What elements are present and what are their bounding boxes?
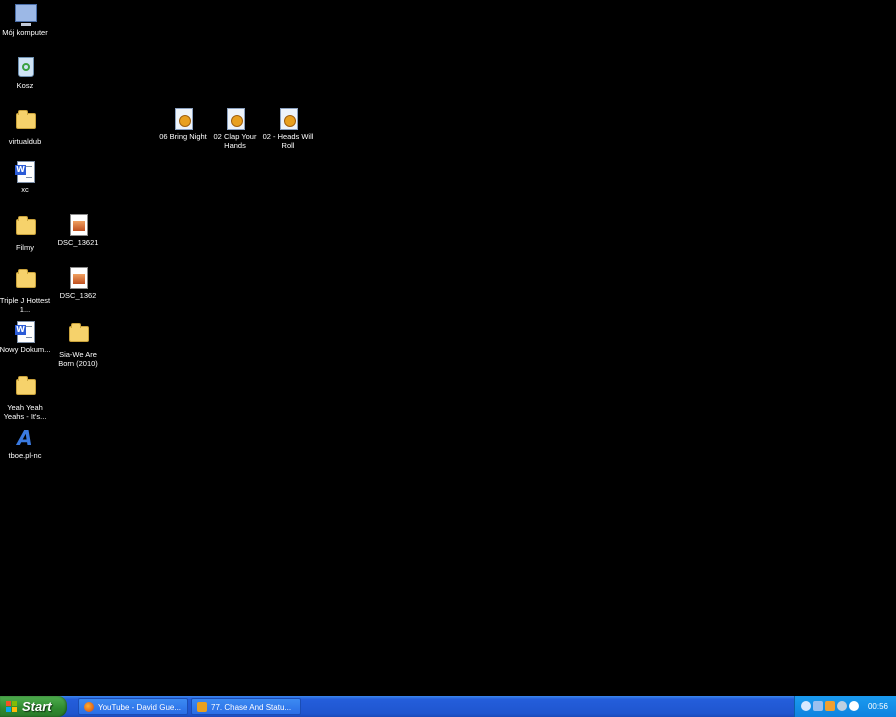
- icon-label: Kosz: [16, 81, 34, 90]
- image-file-icon: [67, 214, 89, 236]
- desktop-icon-xc[interactable]: W xc: [0, 161, 52, 194]
- icon-label: xc: [21, 185, 29, 194]
- audio-file-icon: [172, 108, 194, 130]
- desktop-icon-virtualdub[interactable]: virtualdub: [0, 108, 52, 146]
- desktop-icon-triple-j[interactable]: Triple J Hottest 1...: [0, 267, 52, 314]
- desktop-icon-nowy-dokument[interactable]: W Nowy Dokum...: [0, 321, 52, 354]
- icon-label: Triple J Hottest 1...: [0, 296, 51, 314]
- taskbar: Start YouTube - David Gue... 77. Chase A…: [0, 696, 896, 717]
- windows-logo-icon: [6, 701, 17, 712]
- desktop-icon-dsc-13621[interactable]: DSC_13621: [51, 214, 105, 247]
- app-tray-icon[interactable]: [825, 701, 835, 711]
- desktop-icon-filmy[interactable]: Filmy: [0, 214, 52, 252]
- icon-label: 02 Clap Your Hands: [213, 132, 257, 150]
- security-icon[interactable]: [849, 701, 859, 711]
- icon-label: Filmy: [16, 243, 34, 252]
- icon-label: Nowy Dokum...: [0, 345, 51, 354]
- folder-icon: [67, 323, 89, 348]
- folder-icon: [14, 269, 36, 294]
- system-tray: 00:56: [794, 696, 896, 717]
- icon-label: Yeah Yeah Yeahs - It's...: [3, 403, 47, 421]
- folder-icon: [14, 216, 36, 241]
- start-label: Start: [22, 699, 52, 714]
- desktop-icon-recycle-bin[interactable]: Kosz: [0, 55, 52, 90]
- start-button[interactable]: Start: [0, 696, 67, 717]
- audio-player-icon: [197, 702, 207, 712]
- icon-label: DSC_1362: [59, 291, 97, 300]
- desktop-icon-clap-your-hands[interactable]: 02 Clap Your Hands: [208, 108, 262, 150]
- display-icon[interactable]: [813, 701, 823, 711]
- desktop-icon-bring-night[interactable]: 06 Bring Night: [156, 108, 210, 141]
- folder-icon: [14, 376, 36, 401]
- taskbar-item-label: 77. Chase And Statu...: [211, 703, 292, 712]
- desktop-icon-dsc-1362[interactable]: DSC_1362: [51, 267, 105, 300]
- computer-icon: [14, 4, 37, 26]
- desktop-icon-yeah-yeah[interactable]: Yeah Yeah Yeahs - It's...: [0, 374, 52, 421]
- image-file-icon: [67, 267, 89, 289]
- folder-icon: [14, 110, 36, 135]
- icon-label: Mój komputer: [2, 28, 48, 37]
- network-icon[interactable]: [801, 701, 811, 711]
- recycle-bin-icon: [14, 57, 36, 79]
- taskbar-item-label: YouTube - David Gue...: [98, 703, 182, 712]
- desktop-icon-sia[interactable]: Sia-We Are Born (2010): [51, 321, 105, 368]
- icon-label: 02 - Heads Will Roll: [262, 132, 314, 150]
- firefox-icon: [84, 702, 94, 712]
- volume-icon[interactable]: [837, 701, 847, 711]
- icon-label: tboe.pl-nc: [8, 451, 42, 460]
- icon-label: DSC_13621: [57, 238, 99, 247]
- clock[interactable]: 00:56: [868, 696, 888, 717]
- taskbar-item-media-player[interactable]: 77. Chase And Statu...: [191, 698, 301, 715]
- app-a-icon: A: [17, 426, 33, 450]
- icon-label: virtualdub: [8, 137, 42, 146]
- word-document-icon: W: [14, 321, 36, 343]
- audio-file-icon: [277, 108, 299, 130]
- word-document-icon: W: [14, 161, 36, 183]
- desktop-icon-heads-will-roll[interactable]: 02 - Heads Will Roll: [261, 108, 315, 150]
- desktop-icon-tboe[interactable]: A tboe.pl-nc: [0, 427, 52, 460]
- icon-label: Sia-We Are Born (2010): [58, 350, 98, 368]
- taskbar-item-youtube[interactable]: YouTube - David Gue...: [78, 698, 188, 715]
- icon-label: 06 Bring Night: [159, 132, 207, 141]
- desktop[interactable]: Mój komputer Kosz virtualdub W xc Filmy …: [0, 0, 896, 696]
- audio-file-icon: [224, 108, 246, 130]
- desktop-icon-my-computer[interactable]: Mój komputer: [0, 2, 52, 37]
